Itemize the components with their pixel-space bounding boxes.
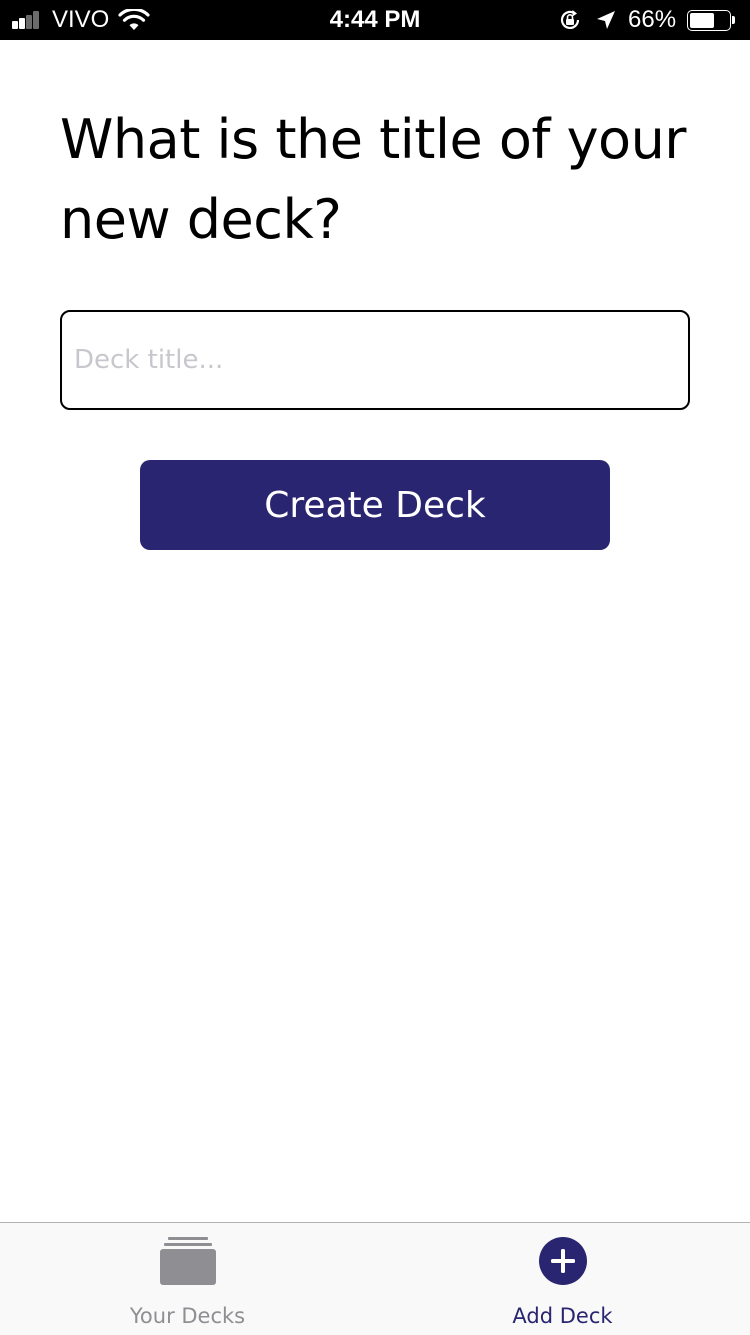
create-deck-button[interactable]: Create Deck xyxy=(140,460,610,550)
decks-stack-icon xyxy=(159,1237,216,1285)
orientation-lock-icon xyxy=(560,10,580,29)
tab-your-decks[interactable]: Your Decks xyxy=(0,1223,375,1335)
tab-bar: Your Decks Add Deck xyxy=(0,1222,750,1335)
deck-title-input[interactable] xyxy=(60,310,690,410)
tab-add-deck[interactable]: Add Deck xyxy=(375,1223,750,1335)
battery-percentage: 66% xyxy=(628,6,677,33)
battery-icon xyxy=(687,10,735,31)
tab-label-add-deck: Add Deck xyxy=(512,1304,613,1328)
battery-level-fill xyxy=(690,13,715,28)
tab-label-your-decks: Your Decks xyxy=(129,1304,246,1328)
status-bar: VIVO 4:44 PM 66% xyxy=(0,0,750,40)
location-arrow-icon xyxy=(597,11,615,29)
add-circle-icon xyxy=(538,1237,587,1285)
deck-title-question: What is the title of your new deck? xyxy=(60,108,687,251)
